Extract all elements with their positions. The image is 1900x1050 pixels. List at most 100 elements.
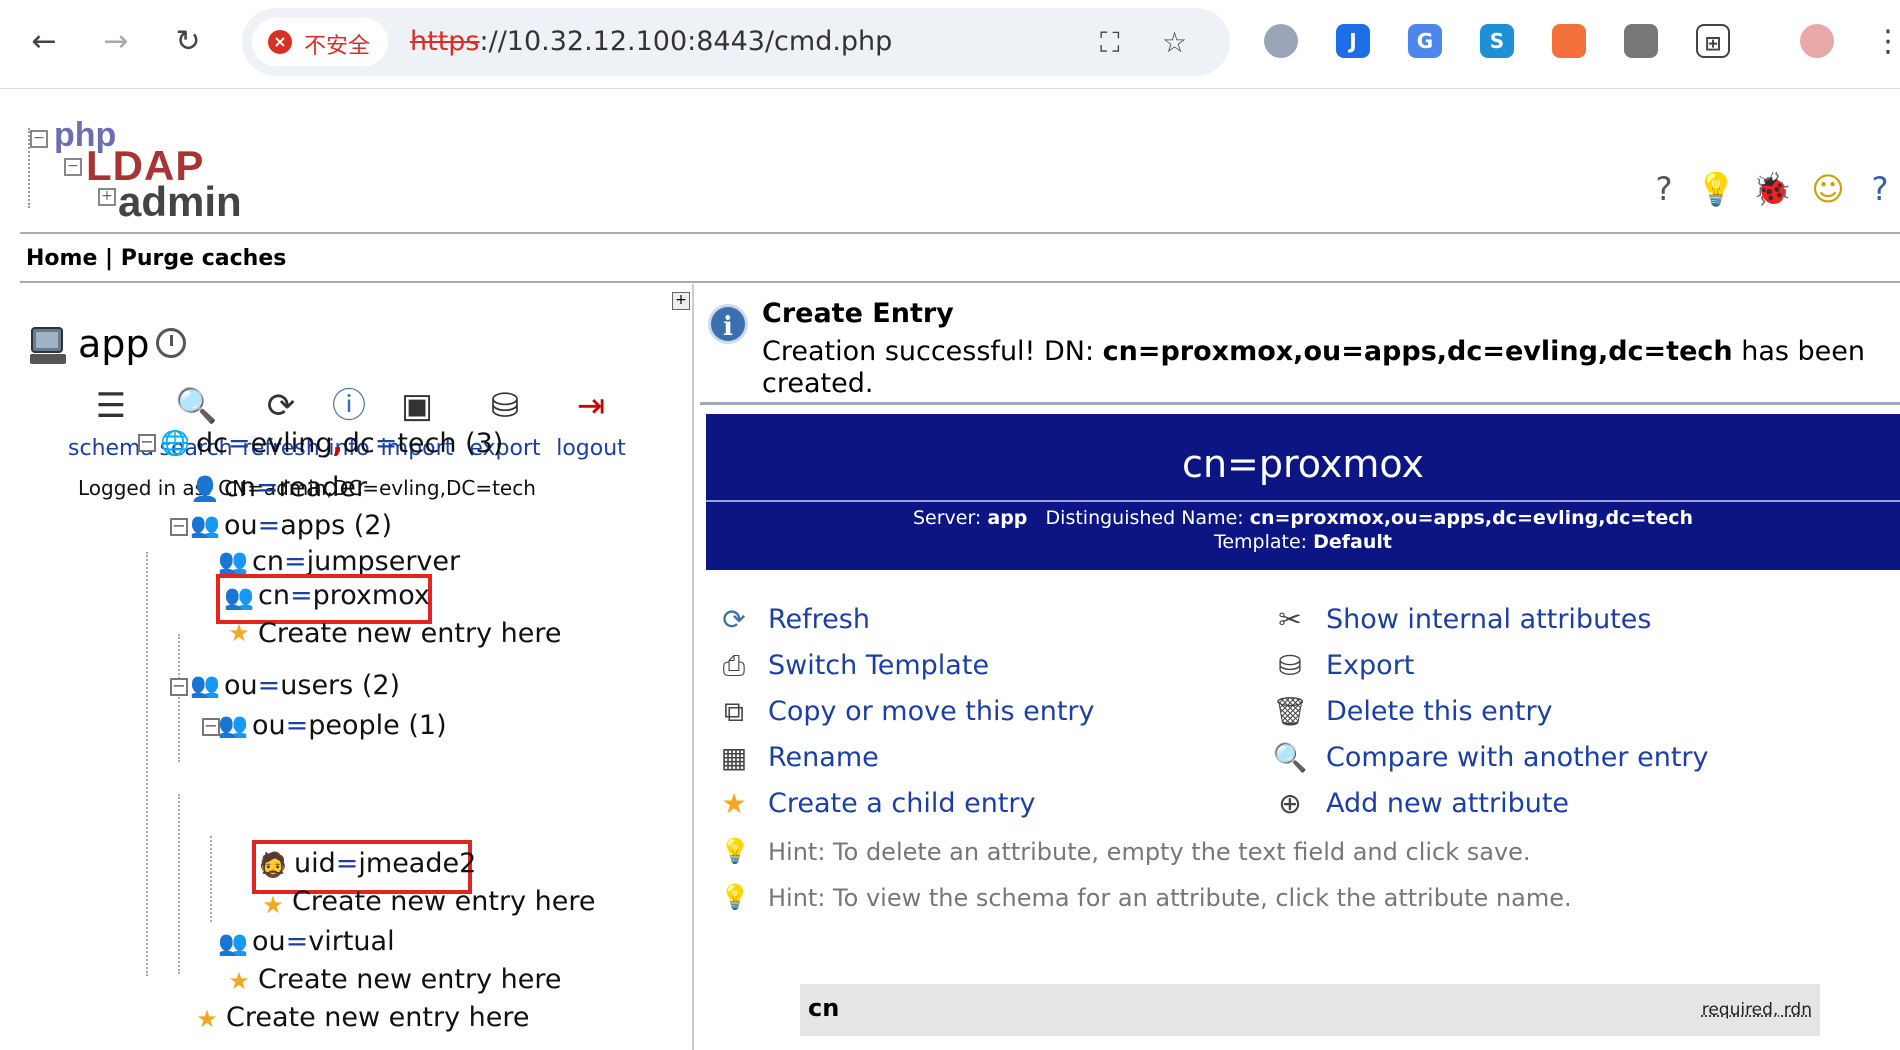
show-internal-attributes-link[interactable]: Show internal attributes <box>1326 604 1651 635</box>
extension-translate-icon[interactable]: G <box>1408 24 1442 58</box>
extension-s-icon[interactable]: S <box>1480 24 1514 58</box>
attr-value: users <box>280 670 354 701</box>
tree-pane: + app ☰ schema 🔍 search ⟳ refresh ⓘ info… <box>20 284 694 1050</box>
info-icon: ⓘ <box>332 386 366 426</box>
security-chip[interactable]: × 不安全 <box>252 18 388 66</box>
purge-caches-link[interactable]: Purge caches <box>121 246 287 271</box>
attribute-flags: required, rdn <box>1701 1000 1812 1020</box>
tree-item-users[interactable]: ou=users (2) <box>224 670 400 701</box>
collapse-toggle[interactable]: − <box>170 518 188 536</box>
create-entry-link[interactable]: Create new entry here <box>292 886 596 917</box>
compare-icon: 🔍 <box>1272 741 1308 774</box>
create-entry-link[interactable]: Create new entry here <box>258 618 562 649</box>
star-icon: ★ <box>262 891 284 919</box>
compare-entry-link[interactable]: Compare with another entry <box>1326 742 1708 773</box>
attribute-row: cn required, rdn <box>800 984 1820 1036</box>
logout-tool[interactable]: ⇥ logout <box>550 384 632 461</box>
tree-item-jmeade2[interactable]: uid=jmeade2 <box>294 848 476 879</box>
extension-j-icon[interactable]: J <box>1336 24 1370 58</box>
attr-key: ou <box>224 510 258 541</box>
root-attr-2: dc <box>342 428 375 459</box>
dn-label: Distinguished Name: <box>1045 507 1250 529</box>
logo-admin: admin <box>118 178 242 225</box>
message-dn: cn=proxmox,ou=apps,dc=evling,dc=tech <box>1102 336 1733 367</box>
tree-line <box>178 634 180 762</box>
tree-item-apps[interactable]: ou=apps (2) <box>224 510 392 541</box>
help-circle-icon[interactable]: ? <box>1860 170 1900 214</box>
logout-icon: ⇥ <box>576 386 606 426</box>
expand-pane-button[interactable]: + <box>672 292 690 310</box>
export-link[interactable]: Export <box>1326 650 1414 681</box>
attr-value: virtual <box>308 926 395 957</box>
tree-item-proxmox[interactable]: cn=proxmox <box>258 580 430 611</box>
attr-key: ou <box>252 710 286 741</box>
help-icon[interactable]: ? <box>1644 170 1684 214</box>
import-icon: ▣ <box>400 386 434 426</box>
bookmark-star-icon[interactable]: ☆ <box>1162 26 1187 59</box>
create-entry-link[interactable]: Create new entry here <box>258 964 562 995</box>
template-label: Template: <box>1213 531 1314 553</box>
lightbulb-icon[interactable]: 💡 <box>1696 170 1736 214</box>
address-bar[interactable]: × 不安全 https://10.32.12.100:8443/cmd.php … <box>242 8 1230 76</box>
add-attribute-icon: ⊕ <box>1278 787 1302 820</box>
extension-mask-icon[interactable] <box>1624 24 1658 58</box>
extension-orange-icon[interactable] <box>1552 24 1586 58</box>
reload-icon[interactable]: ↻ <box>168 22 208 62</box>
attr-value: apps <box>280 510 346 541</box>
equals-sign: = <box>374 428 398 459</box>
child-count: (2) <box>353 510 392 541</box>
group-icon: 👥 <box>218 547 248 575</box>
root-value-1: evling <box>250 428 333 459</box>
collapse-toggle[interactable]: − <box>138 434 156 452</box>
message-divider <box>700 402 1900 405</box>
create-child-link[interactable]: Create a child entry <box>768 788 1036 819</box>
translate-icon[interactable]: ⛶ <box>1100 26 1120 60</box>
bug-icon[interactable]: 🐞 <box>1752 170 1792 214</box>
switch-template-link[interactable]: Switch Template <box>768 650 989 681</box>
back-icon[interactable]: ← <box>24 22 64 62</box>
home-link[interactable]: Home <box>26 246 97 271</box>
banner-divider <box>706 500 1900 502</box>
equals-sign: = <box>285 710 309 741</box>
tree-item-virtual[interactable]: ou=virtual <box>252 926 395 957</box>
profile-avatar-icon[interactable] <box>1800 24 1834 58</box>
menu-kebab-icon[interactable]: ⋮ <box>1868 22 1900 62</box>
extensions-puzzle-icon[interactable]: ⊞ <box>1696 24 1730 58</box>
copy-move-link[interactable]: Copy or move this entry <box>768 696 1095 727</box>
clock-icon[interactable] <box>156 328 186 358</box>
equals-sign: = <box>257 510 281 541</box>
insecure-label: 不安全 <box>304 34 371 59</box>
equals-sign: = <box>283 546 307 577</box>
extension-circle-icon[interactable] <box>1264 24 1298 58</box>
refresh-entry-link[interactable]: Refresh <box>768 604 870 635</box>
add-attribute-link[interactable]: Add new attribute <box>1326 788 1569 819</box>
attribute-name[interactable]: cn <box>808 994 839 1022</box>
equals-sign: = <box>257 670 281 701</box>
delete-entry-link[interactable]: Delete this entry <box>1326 696 1553 727</box>
rename-link[interactable]: Rename <box>768 742 879 773</box>
create-entry-link[interactable]: Create new entry here <box>226 1002 530 1033</box>
attr-key: ou <box>252 926 286 957</box>
root-value-2: tech <box>397 428 457 459</box>
warning-icon: × <box>268 30 292 54</box>
globe-icon: 🌐 <box>160 429 190 457</box>
server-label: Server: <box>912 507 988 529</box>
attr-value: jumpserver <box>306 546 461 577</box>
collapse-toggle[interactable]: − <box>170 678 188 696</box>
smiley-icon[interactable]: ☺ <box>1808 170 1848 214</box>
forward-icon[interactable]: → <box>96 22 136 62</box>
server-name[interactable]: app <box>78 322 150 366</box>
rename-icon: ▦ <box>720 741 748 774</box>
tree-item-reader[interactable]: cn=reader <box>224 472 367 503</box>
tree-root[interactable]: dc=evling,dc=tech (3) <box>196 428 503 459</box>
tree-item-people[interactable]: ou=people (1) <box>252 710 447 741</box>
url-text[interactable]: https://10.32.12.100:8443/cmd.php <box>410 26 892 57</box>
export-icon: ⛁ <box>1278 649 1302 682</box>
attr-value: people <box>308 710 400 741</box>
phpldapadmin-logo[interactable]: − − + php LDAP admin <box>28 116 242 225</box>
equals-sign: = <box>285 926 309 957</box>
attr-key: uid <box>294 848 336 879</box>
equals-sign: = <box>335 848 359 879</box>
logo-minus-box: − <box>30 130 48 148</box>
tree-item-jumpserver[interactable]: cn=jumpserver <box>252 546 460 577</box>
